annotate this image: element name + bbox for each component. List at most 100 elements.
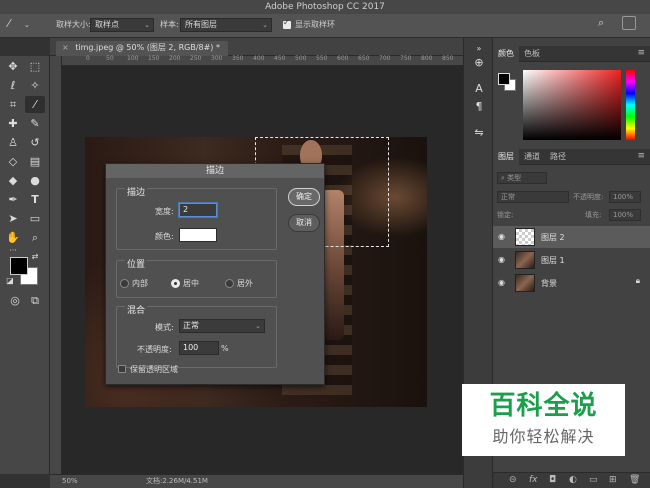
blend-mode-select[interactable]: 正常 — [497, 191, 569, 203]
healing-brush-icon[interactable]: ✚ — [3, 115, 23, 132]
panel-menu-icon[interactable]: ≡ — [637, 151, 645, 161]
position-group-label: 位置 — [125, 257, 148, 270]
layer-filter-select[interactable]: ⌕ 类型 — [497, 172, 547, 184]
brush-tool-icon[interactable]: ✎ — [25, 115, 45, 132]
layer-name: 图层 1 — [541, 256, 565, 265]
marquee-tool-icon[interactable]: ⬚ — [25, 58, 45, 75]
position-inside-radio[interactable] — [120, 279, 129, 288]
ruler-tick: 500 — [295, 55, 307, 62]
eraser-tool-icon[interactable]: ◇ — [3, 153, 23, 170]
close-icon[interactable]: × — [62, 43, 69, 52]
lasso-tool-icon[interactable]: ℓ — [3, 77, 23, 94]
opacity-input[interactable]: 100 — [179, 341, 219, 355]
stroke-group-label: 描边 — [125, 185, 148, 198]
ruler-tick: 200 — [169, 55, 181, 62]
fill-input[interactable]: 100% — [609, 209, 641, 221]
collapse-icon[interactable]: » — [471, 42, 487, 56]
tab-layers[interactable]: 图层 — [493, 149, 519, 165]
move-tool-icon[interactable]: ✥ — [3, 58, 23, 75]
color-panel-tabs: 颜色 色板 ≡ — [493, 46, 650, 62]
character-icon[interactable]: A — [471, 82, 487, 96]
mode-select[interactable]: 正常 ⌄ — [179, 319, 265, 333]
gradient-tool-icon[interactable]: ▤ — [25, 153, 45, 170]
chevron-down-icon: ⌄ — [255, 322, 261, 330]
ruler-tick: 750 — [400, 55, 412, 62]
ok-button[interactable]: 确定 — [288, 188, 320, 206]
rectangle-tool-icon[interactable]: ▭ — [25, 210, 45, 227]
layer-row[interactable]: ◉ 背景 🔒︎ — [493, 272, 650, 294]
eye-icon[interactable]: ◉ — [498, 232, 505, 241]
new-layer-icon[interactable]: ⊞ — [609, 475, 617, 485]
position-center-radio[interactable] — [171, 279, 180, 288]
paragraph-icon[interactable]: ¶ — [471, 100, 487, 114]
layer-row[interactable]: ◉ 图层 2 — [493, 226, 650, 248]
blur-tool-icon[interactable]: ◆ — [3, 172, 23, 189]
foreground-color-swatch[interactable] — [10, 257, 28, 275]
zoom-tool-icon[interactable]: ⌕ — [25, 229, 45, 246]
tab-swatches[interactable]: 色板 — [519, 46, 545, 62]
position-inside-label: 内部 — [132, 279, 148, 288]
stroke-color-swatch[interactable] — [179, 228, 217, 242]
clone-stamp-icon[interactable]: ♙ — [3, 134, 23, 151]
panel-menu-icon[interactable]: ≡ — [637, 48, 645, 58]
position-outside-radio[interactable] — [225, 279, 234, 288]
search-icon[interactable]: ⌕ — [598, 17, 604, 29]
sample-select[interactable]: 所有图层 ⌄ — [180, 18, 272, 32]
preserve-transparency-checkbox[interactable] — [118, 365, 126, 373]
eye-icon[interactable]: ◉ — [498, 255, 505, 264]
ruler-tick: 800 — [421, 55, 433, 62]
tab-channels[interactable]: 通道 — [519, 149, 545, 165]
tab-color[interactable]: 颜色 — [493, 46, 519, 62]
type-tool-icon[interactable]: T — [25, 191, 45, 208]
new-group-icon[interactable]: ▭ — [589, 475, 598, 485]
fx-icon[interactable]: fx — [529, 475, 538, 485]
delete-layer-icon[interactable]: 🗑︎ — [629, 475, 640, 485]
vertical-ruler — [50, 56, 62, 474]
screen-mode-icon[interactable]: ⧉ — [25, 292, 45, 309]
eyedropper-tool-icon[interactable]: ⁄ — [25, 96, 45, 113]
layers-panel-footer: ⊝ fx ◘ ◐ ▭ ⊞ 🗑︎ — [493, 472, 650, 488]
crop-tool-icon[interactable]: ⌗ — [3, 96, 23, 113]
adjustment-layer-icon[interactable]: ◐ — [569, 475, 577, 485]
chevron-down-icon[interactable]: ⌄ — [24, 19, 30, 31]
options-bar: ⁄ ⌄ 取样大小: 取样点 ⌄ 样本: 所有图层 ⌄ 显示取样环 ⌕ — [0, 14, 650, 38]
show-ring-checkbox[interactable] — [283, 18, 291, 29]
color-picker-field[interactable] — [523, 70, 621, 140]
position-outside-label: 居外 — [237, 279, 253, 288]
workspace-icon[interactable] — [622, 16, 636, 30]
pen-tool-icon[interactable]: ✒ — [3, 191, 23, 208]
horizontal-ruler: 0 50 100 150 200 250 300 350 400 450 500… — [62, 55, 463, 66]
color-panel-foreground[interactable] — [498, 73, 510, 85]
magic-wand-icon[interactable]: ✧ — [25, 77, 45, 94]
eye-icon[interactable]: ◉ — [498, 278, 505, 287]
link-layers-icon[interactable]: ⊝ — [509, 475, 517, 485]
swap-colors-icon[interactable]: ⇄ — [30, 252, 40, 262]
watermark-logo: 百科全说 助你轻松解决 — [462, 384, 625, 456]
layer-opacity-input[interactable]: 100% — [609, 191, 641, 203]
document-tab[interactable]: × timg.jpeg @ 50% (图层 2, RGB/8#) * — [56, 41, 228, 56]
search-icon: ⌕ — [501, 174, 505, 182]
sample-size-select[interactable]: 取样点 ⌄ — [90, 18, 154, 32]
dodge-tool-icon[interactable]: ● — [25, 172, 45, 189]
mode-value: 正常 — [183, 321, 199, 330]
stroke-dialog: 描边 描边 宽度: 2 颜色: 位置 内部 居中 居外 混合 模式: 正常 ⌄ … — [105, 163, 325, 385]
layers-panel-tabs: 图层 通道 路径 ≡ — [493, 149, 650, 165]
hue-slider[interactable] — [626, 70, 635, 140]
add-mask-icon[interactable]: ◘ — [549, 475, 556, 485]
width-input[interactable]: 2 — [179, 203, 217, 217]
tab-paths[interactable]: 路径 — [545, 149, 571, 165]
mode-label: 模式: — [155, 323, 174, 332]
path-selection-icon[interactable]: ➤ — [3, 210, 23, 227]
fill-label: 填充: — [585, 211, 602, 219]
default-colors-icon[interactable]: ◪ — [5, 276, 15, 286]
cancel-button[interactable]: 取消 — [288, 214, 320, 232]
quick-mask-icon[interactable]: ◎ — [5, 292, 25, 309]
navigator-icon[interactable]: ⊕ — [471, 56, 487, 70]
layer-row[interactable]: ◉ 图层 1 — [493, 249, 650, 271]
layer-thumbnail — [515, 274, 535, 292]
history-brush-icon[interactable]: ↺ — [25, 134, 45, 151]
zoom-level[interactable]: 50% — [62, 475, 78, 488]
status-arrow-icon[interactable]: › — [186, 475, 189, 488]
eyedropper-icon[interactable]: ⁄ — [8, 18, 10, 30]
history-icon[interactable]: ⇋ — [471, 126, 487, 140]
